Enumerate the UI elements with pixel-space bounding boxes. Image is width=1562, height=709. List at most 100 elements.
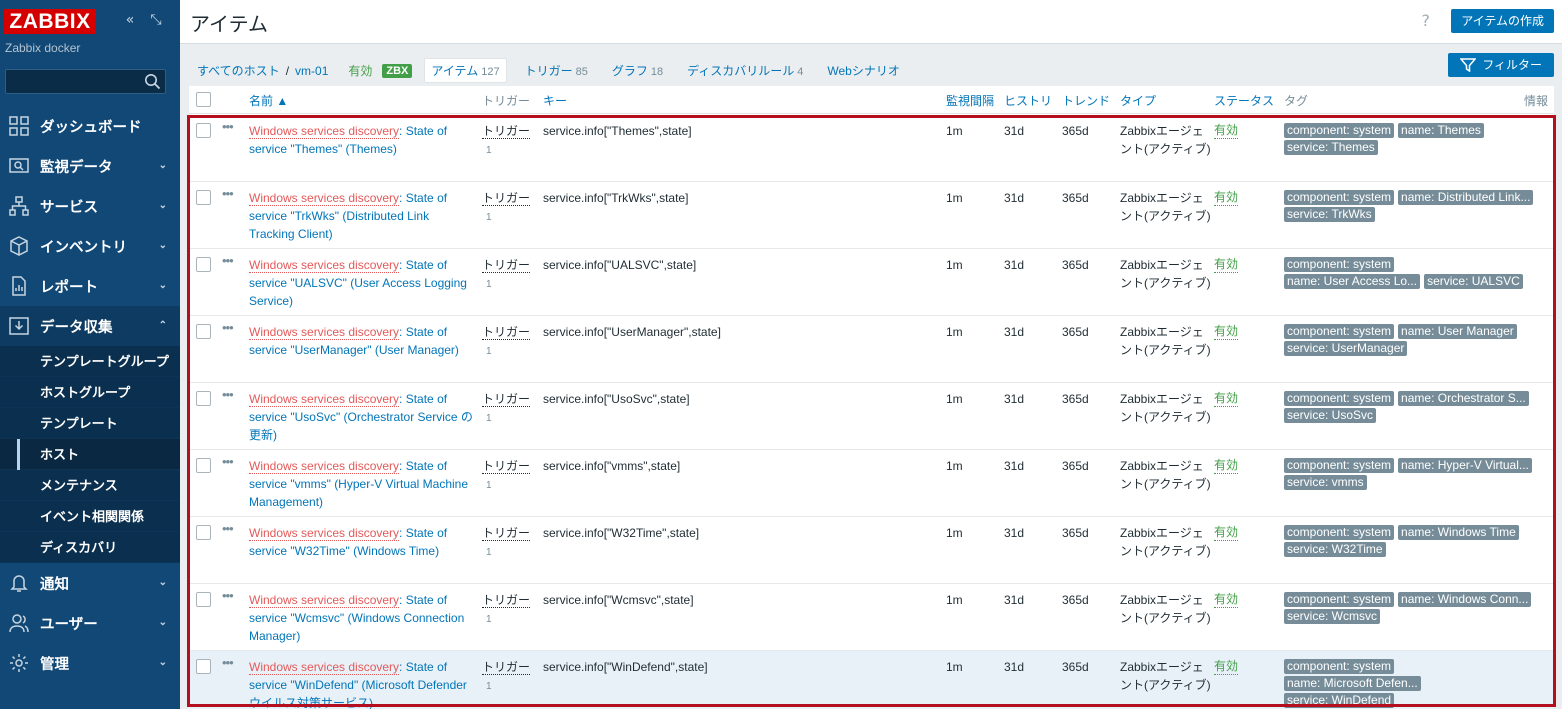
submenu-template-groups[interactable]: テンプレートグループ [0, 346, 180, 377]
search-input[interactable] [5, 69, 166, 94]
item-status-toggle[interactable]: 有効 [1214, 390, 1239, 407]
tag-badge[interactable]: component: system [1284, 190, 1395, 205]
tab-items[interactable]: アイテム 127 [424, 58, 507, 83]
row-checkbox[interactable] [196, 391, 211, 406]
more-actions-icon[interactable]: ••• [222, 520, 234, 538]
item-status-toggle[interactable]: 有効 [1214, 122, 1239, 139]
tag-badge[interactable]: component: system [1284, 123, 1395, 138]
tag-badge[interactable]: component: system [1284, 257, 1395, 272]
column-trends[interactable]: トレンド [1062, 92, 1110, 109]
discovery-rule-link[interactable]: Windows services discovery [249, 593, 400, 608]
row-checkbox[interactable] [196, 257, 211, 272]
more-actions-icon[interactable]: ••• [222, 654, 234, 672]
item-status-toggle[interactable]: 有効 [1214, 256, 1239, 273]
menu-administration[interactable]: 管理 ⌄ [0, 643, 180, 683]
create-item-button[interactable]: アイテムの作成 [1451, 9, 1554, 33]
triggers-link[interactable]: トリガー [482, 660, 531, 675]
tag-badge[interactable]: name: Distributed Link... [1398, 190, 1534, 205]
triggers-link[interactable]: トリガー [482, 124, 531, 139]
item-status-toggle[interactable]: 有効 [1214, 658, 1239, 675]
discovery-rule-link[interactable]: Windows services discovery [249, 191, 400, 206]
tab-triggers[interactable]: トリガー 85 [519, 59, 594, 82]
discovery-rule-link[interactable]: Windows services discovery [249, 258, 400, 273]
more-actions-icon[interactable]: ••• [222, 587, 234, 605]
discovery-rule-link[interactable]: Windows services discovery [249, 392, 400, 407]
tag-badge[interactable]: component: system [1284, 525, 1395, 540]
tag-badge[interactable]: component: system [1284, 592, 1395, 607]
tag-badge[interactable]: component: system [1284, 659, 1395, 674]
tag-badge[interactable]: name: Windows Conn... [1398, 592, 1532, 607]
menu-services[interactable]: サービス ⌄ [0, 186, 180, 226]
host-link[interactable]: vm-01 [295, 64, 328, 78]
tag-badge[interactable]: service: Wcmsvc [1284, 609, 1380, 624]
tag-badge[interactable]: name: Hyper-V Virtual... [1398, 458, 1532, 473]
triggers-link[interactable]: トリガー [482, 526, 531, 541]
item-status-toggle[interactable]: 有効 [1214, 323, 1239, 340]
menu-dashboard[interactable]: ダッシュボード [0, 106, 180, 146]
column-key[interactable]: キー [543, 92, 567, 109]
tag-badge[interactable]: component: system [1284, 391, 1395, 406]
row-checkbox[interactable] [196, 190, 211, 205]
search-icon[interactable] [144, 73, 161, 90]
row-checkbox[interactable] [196, 659, 211, 674]
menu-reports[interactable]: レポート ⌄ [0, 266, 180, 306]
menu-inventory[interactable]: インベントリ ⌄ [0, 226, 180, 266]
row-checkbox[interactable] [196, 525, 211, 540]
zabbix-logo[interactable]: ZABBIX [4, 9, 96, 34]
tab-discovery-rules[interactable]: ディスカバリルール 4 [681, 59, 809, 82]
tag-badge[interactable]: service: vmms [1284, 475, 1367, 490]
host-status[interactable]: 有効 [348, 62, 372, 79]
tag-badge[interactable]: name: Microsoft Defen... [1284, 676, 1421, 691]
select-all-checkbox[interactable] [196, 92, 211, 107]
tag-badge[interactable]: name: Windows Time [1398, 525, 1519, 540]
tag-badge[interactable]: name: Orchestrator S... [1398, 391, 1529, 406]
tag-badge[interactable]: service: WinDefend [1284, 693, 1395, 708]
tag-badge[interactable]: service: UsoSvc [1284, 408, 1377, 423]
tab-web-scenarios[interactable]: Webシナリオ [821, 59, 905, 82]
submenu-hosts[interactable]: ホスト [0, 439, 180, 470]
triggers-link[interactable]: トリガー [482, 325, 531, 340]
menu-users[interactable]: ユーザー ⌄ [0, 603, 180, 643]
tag-badge[interactable]: service: UserManager [1284, 341, 1408, 356]
tag-badge[interactable]: service: Themes [1284, 140, 1378, 155]
more-actions-icon[interactable]: ••• [222, 118, 234, 136]
submenu-discovery[interactable]: ディスカバリ [0, 532, 180, 563]
menu-monitoring[interactable]: 監視データ ⌄ [0, 146, 180, 186]
submenu-maintenance[interactable]: メンテナンス [0, 470, 180, 501]
tag-badge[interactable]: service: W32Time [1284, 542, 1386, 557]
more-actions-icon[interactable]: ••• [222, 252, 234, 270]
submenu-event-correlation[interactable]: イベント相関関係 [0, 501, 180, 532]
menu-data-collection[interactable]: データ収集 ⌃ [0, 306, 180, 346]
item-status-toggle[interactable]: 有効 [1214, 591, 1239, 608]
discovery-rule-link[interactable]: Windows services discovery [249, 325, 400, 340]
row-checkbox[interactable] [196, 458, 211, 473]
tag-badge[interactable]: name: Themes [1398, 123, 1484, 138]
row-checkbox[interactable] [196, 123, 211, 138]
filter-button[interactable]: フィルター [1448, 53, 1554, 77]
item-status-toggle[interactable]: 有効 [1214, 457, 1239, 474]
help-icon[interactable]: ? [1422, 11, 1431, 30]
submenu-templates[interactable]: テンプレート [0, 408, 180, 439]
column-interval[interactable]: 監視間隔 [946, 92, 994, 109]
triggers-link[interactable]: トリガー [482, 258, 531, 273]
discovery-rule-link[interactable]: Windows services discovery [249, 526, 400, 541]
collapse-sidebar-icon[interactable]: « [122, 12, 138, 28]
row-checkbox[interactable] [196, 592, 211, 607]
discovery-rule-link[interactable]: Windows services discovery [249, 124, 400, 139]
tag-badge[interactable]: component: system [1284, 458, 1395, 473]
row-checkbox[interactable] [196, 324, 211, 339]
column-name[interactable]: 名前 ▲ [249, 92, 288, 109]
more-actions-icon[interactable]: ••• [222, 453, 234, 471]
submenu-host-groups[interactable]: ホストグループ [0, 377, 180, 408]
triggers-link[interactable]: トリガー [482, 191, 531, 206]
item-status-toggle[interactable]: 有効 [1214, 189, 1239, 206]
tag-badge[interactable]: name: User Access Lo... [1284, 274, 1421, 289]
tag-badge[interactable]: service: TrkWks [1284, 207, 1375, 222]
triggers-link[interactable]: トリガー [482, 392, 531, 407]
column-status[interactable]: ステータス [1214, 92, 1274, 109]
tag-badge[interactable]: component: system [1284, 324, 1395, 339]
column-type[interactable]: タイプ [1120, 92, 1156, 109]
tag-badge[interactable]: service: UALSVC [1424, 274, 1523, 289]
more-actions-icon[interactable]: ••• [222, 319, 234, 337]
discovery-rule-link[interactable]: Windows services discovery [249, 660, 400, 675]
